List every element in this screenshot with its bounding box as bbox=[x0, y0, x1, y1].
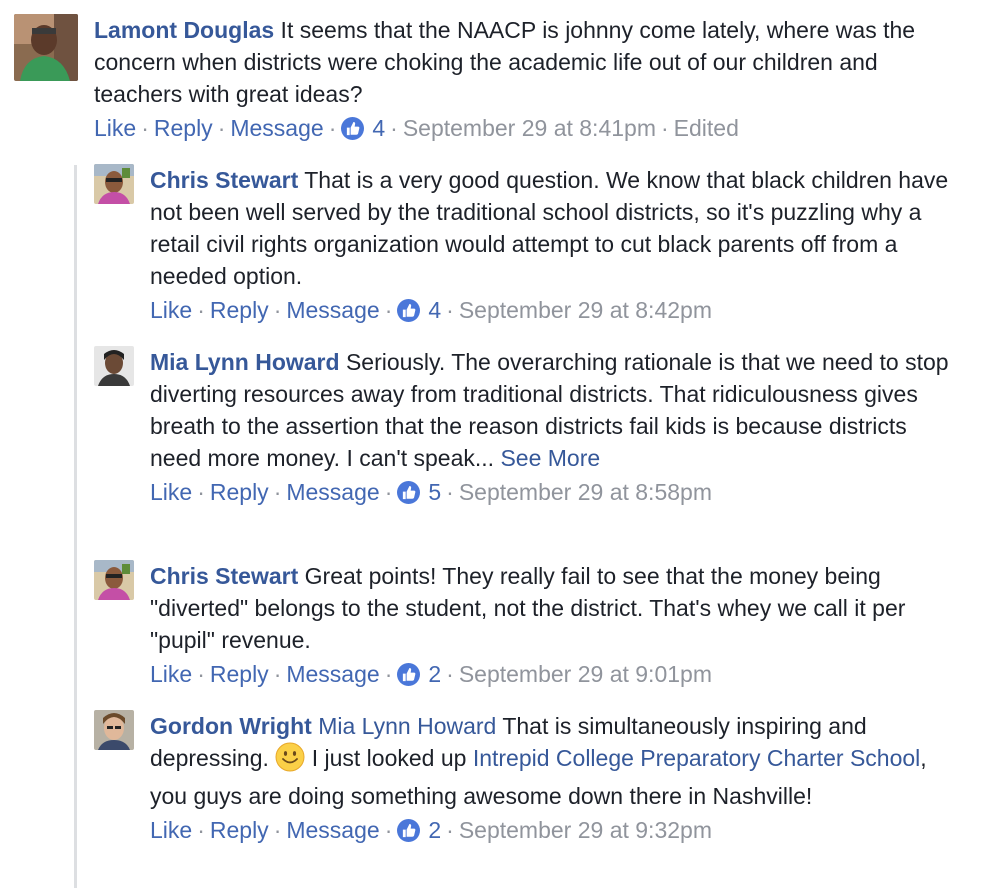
avatar[interactable] bbox=[94, 346, 134, 386]
reply-button[interactable]: Reply bbox=[210, 661, 269, 687]
like-button[interactable]: Like bbox=[150, 661, 192, 687]
comment-body: Lamont Douglas It seems that the NAACP i… bbox=[94, 14, 954, 110]
profile-photo bbox=[14, 14, 78, 81]
avatar[interactable] bbox=[14, 14, 78, 81]
reply-button[interactable]: Reply bbox=[210, 479, 269, 505]
like-count[interactable]: 2 bbox=[420, 661, 441, 687]
profile-photo bbox=[94, 710, 134, 750]
timestamp-link[interactable]: September 29 at 8:42pm bbox=[459, 297, 712, 323]
like-count[interactable]: 4 bbox=[420, 297, 441, 323]
separator: · bbox=[197, 661, 205, 687]
like-button[interactable]: Like bbox=[150, 817, 192, 843]
separator: · bbox=[446, 817, 454, 843]
comment-text: I just looked up bbox=[305, 745, 473, 771]
timestamp-link[interactable]: September 29 at 9:01pm bbox=[459, 661, 712, 687]
separator: · bbox=[390, 115, 398, 141]
separator: · bbox=[197, 297, 205, 323]
like-count[interactable]: 5 bbox=[420, 479, 441, 505]
comment-chris-stewart-2: Chris Stewart Great points! They really … bbox=[94, 560, 974, 700]
comment-actions: Like · Reply · Message · 4 · September 29 at 8:4… bbox=[94, 112, 954, 144]
like-count[interactable]: 4 bbox=[364, 115, 385, 141]
comment-gordon-wright: Gordon Wright Mia Lynn Howard That is si… bbox=[94, 710, 974, 885]
timestamp-link[interactable]: September 29 at 8:41pm bbox=[403, 115, 656, 141]
message-button[interactable]: Message bbox=[230, 115, 323, 141]
separator: · bbox=[273, 661, 282, 687]
avatar[interactable] bbox=[94, 710, 134, 750]
separator: · bbox=[273, 817, 282, 843]
comment-actions: Like · Reply · Message · 5 · September 29 at 8:5… bbox=[150, 476, 950, 508]
profile-photo bbox=[94, 164, 134, 204]
reply-thread-rail bbox=[74, 165, 77, 888]
author-name[interactable]: Mia Lynn Howard bbox=[150, 349, 340, 375]
mention-link[interactable]: Mia Lynn Howard bbox=[318, 713, 496, 739]
thumbs-up-icon[interactable] bbox=[341, 117, 365, 140]
separator: · bbox=[217, 115, 226, 141]
author-name[interactable]: Gordon Wright bbox=[150, 713, 312, 739]
comment-actions: Like · Reply · Message · 4 · September 29 at 8:4… bbox=[150, 294, 950, 326]
comment-body: Mia Lynn Howard Seriously. The overarchi… bbox=[150, 346, 950, 474]
author-name[interactable]: Chris Stewart bbox=[150, 563, 298, 589]
message-button[interactable]: Message bbox=[286, 479, 379, 505]
separator: · bbox=[384, 817, 393, 843]
separator: · bbox=[384, 297, 393, 323]
separator: · bbox=[384, 661, 393, 687]
comment-mia-lynn-howard: Mia Lynn Howard Seriously. The overarchi… bbox=[94, 346, 974, 546]
thumbs-up-icon[interactable] bbox=[397, 299, 421, 322]
comment-body: Chris Stewart Great points! They really … bbox=[150, 560, 950, 656]
message-button[interactable]: Message bbox=[286, 661, 379, 687]
separator: · bbox=[273, 297, 282, 323]
thumbs-up-icon[interactable] bbox=[397, 481, 421, 504]
profile-photo bbox=[94, 346, 134, 386]
like-button[interactable]: Like bbox=[150, 479, 192, 505]
separator: · bbox=[197, 479, 205, 505]
like-button[interactable]: Like bbox=[150, 297, 192, 323]
author-name[interactable]: Chris Stewart bbox=[150, 167, 298, 193]
profile-photo bbox=[94, 560, 134, 600]
separator: · bbox=[446, 297, 454, 323]
separator: · bbox=[141, 115, 149, 141]
reply-button[interactable]: Reply bbox=[210, 297, 269, 323]
timestamp-link[interactable]: September 29 at 9:32pm bbox=[459, 817, 712, 843]
thumbs-up-icon[interactable] bbox=[397, 819, 421, 842]
comment-actions: Like · Reply · Message · 2 · September 29 at 9:0… bbox=[150, 658, 950, 690]
thumbs-up-icon[interactable] bbox=[397, 663, 421, 686]
page-link[interactable]: Intrepid College Preparatory Charter Sch… bbox=[473, 745, 920, 771]
see-more-link[interactable]: See More bbox=[500, 445, 600, 471]
message-button[interactable]: Message bbox=[286, 817, 379, 843]
reply-button[interactable]: Reply bbox=[210, 817, 269, 843]
reply-button[interactable]: Reply bbox=[154, 115, 213, 141]
comment-chris-stewart: Chris Stewart That is a very good questi… bbox=[94, 164, 974, 334]
comment-body: Chris Stewart That is a very good questi… bbox=[150, 164, 950, 292]
smiley-emoji-icon bbox=[275, 742, 305, 780]
author-name[interactable]: Lamont Douglas bbox=[94, 17, 274, 43]
timestamp-link[interactable]: September 29 at 8:58pm bbox=[459, 479, 712, 505]
comment-body: Gordon Wright Mia Lynn Howard That is si… bbox=[150, 710, 950, 812]
separator: · bbox=[273, 479, 282, 505]
separator: · bbox=[661, 115, 669, 141]
like-button[interactable]: Like bbox=[94, 115, 136, 141]
separator: · bbox=[446, 661, 454, 687]
message-button[interactable]: Message bbox=[286, 297, 379, 323]
separator: · bbox=[328, 115, 337, 141]
like-count[interactable]: 2 bbox=[420, 817, 441, 843]
separator: · bbox=[446, 479, 454, 505]
comment-lamont-douglas: Lamont Douglas It seems that the NAACP i… bbox=[14, 14, 974, 154]
separator: · bbox=[197, 817, 205, 843]
comment-actions: Like · Reply · Message · 2 · September 29 at 9:3… bbox=[150, 814, 950, 846]
avatar[interactable] bbox=[94, 164, 134, 204]
separator: · bbox=[384, 479, 393, 505]
comment-thread: Lamont Douglas It seems that the NAACP i… bbox=[0, 0, 986, 888]
avatar[interactable] bbox=[94, 560, 134, 600]
edited-label[interactable]: Edited bbox=[674, 115, 739, 141]
